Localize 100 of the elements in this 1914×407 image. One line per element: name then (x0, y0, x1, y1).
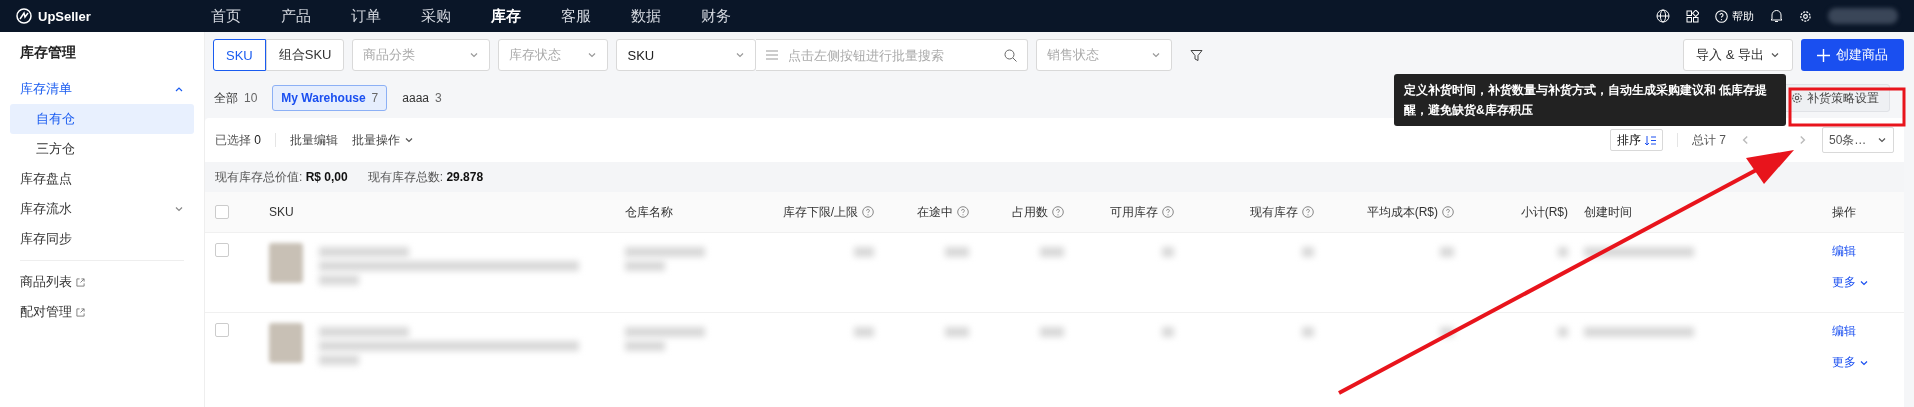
bulk-edit-link[interactable]: 批量编辑 (290, 131, 339, 149)
row-action-link[interactable]: 更多 (1832, 274, 1896, 291)
summary-stat: 现有库存总数: 29.878 (367, 168, 484, 186)
help-icon (862, 206, 874, 218)
blurred-text (319, 355, 359, 365)
blurred-text (319, 275, 359, 285)
sidebar-item[interactable]: 库存流水 (0, 194, 204, 224)
blurred-text (945, 247, 969, 257)
sidebar-item[interactable]: 库存盘点 (0, 164, 204, 194)
row-checkbox[interactable] (215, 243, 229, 257)
external-link-icon (76, 277, 85, 287)
sort-button[interactable]: 排序 (1610, 129, 1663, 151)
chevron-icon (404, 135, 415, 145)
nav-item[interactable]: 首页 (211, 6, 241, 26)
chevron-icon (174, 204, 184, 214)
column-header: 小计(R$) (1519, 203, 1569, 221)
nav-item[interactable]: 产品 (281, 6, 311, 26)
warehouse-tab[interactable]: aaaa 3 (393, 85, 451, 111)
nav-item[interactable]: 订单 (351, 6, 381, 26)
help-icon (1302, 206, 1314, 218)
column-header: 库存下限/上限 (732, 203, 882, 221)
sidebar-item[interactable]: 库存清单 (0, 74, 204, 104)
sidebar-subitem[interactable]: 三方仓 (10, 134, 194, 164)
chevron-icon (735, 50, 746, 60)
sku-type-toggle[interactable]: 组合SKU (265, 39, 345, 71)
help-icon (1052, 206, 1064, 218)
sku-type-toggle[interactable]: SKU (213, 39, 266, 71)
total-count: 总计 7 (1692, 131, 1726, 149)
apps-icon[interactable] (1686, 9, 1699, 23)
blurred-text (625, 341, 665, 351)
sidebar-title: 库存管理 (19, 44, 77, 62)
photo-placeholder (269, 323, 303, 363)
sidebar-item[interactable]: 商品列表 (0, 267, 204, 297)
chevron-icon (469, 50, 480, 60)
user-avatar[interactable] (1828, 8, 1898, 24)
column-header: 在途中 (882, 203, 977, 221)
column-header: SKU (268, 205, 295, 219)
sidebar-item[interactable]: 配对管理 (0, 297, 204, 327)
column-header: 可用库存 (1072, 203, 1182, 221)
import-export-button[interactable]: 导入 & 导出 (1683, 39, 1793, 71)
logo-icon (16, 8, 32, 24)
warehouse-tab[interactable]: My Warehouse 7 (272, 85, 388, 111)
sort-icon (1645, 134, 1656, 146)
plus-icon (1817, 48, 1830, 62)
list-icon (766, 50, 779, 60)
blurred-text (1558, 247, 1568, 257)
blurred-text (1440, 327, 1454, 337)
help-icon (1715, 9, 1728, 23)
blurred-text (625, 261, 665, 271)
blurred-text (1302, 327, 1314, 337)
tooltip: 定义补货时间，补货数量与补货方式，自动生成采购建议和 低库存提醒，避免缺货&库存积压 (1394, 74, 1786, 126)
filter-icon[interactable] (1190, 48, 1204, 62)
column-header: 平均成本(R$) (1322, 203, 1462, 221)
help-icon (1162, 206, 1174, 218)
row-action-link[interactable]: 编辑 (1832, 243, 1896, 260)
nav-item[interactable]: 库存 (491, 6, 521, 26)
settings-icon (1799, 9, 1812, 23)
nav-item[interactable]: 采购 (421, 6, 451, 26)
bulk-actions-dropdown[interactable]: 批量操作 (352, 131, 415, 149)
external-link-icon (76, 307, 85, 317)
help-icon (1442, 206, 1454, 218)
row-action-link[interactable]: 更多 (1832, 354, 1896, 371)
select-all-checkbox[interactable] (215, 205, 229, 219)
search-box[interactable]: 点击左侧按钮进行批量搜索 (756, 39, 1029, 71)
blurred-text (854, 247, 874, 257)
nav-item[interactable]: 数据 (631, 6, 661, 26)
bell-icon[interactable] (1770, 9, 1783, 23)
blurred-text (945, 327, 969, 337)
globe-icon[interactable] (1656, 9, 1670, 23)
column-header: 创建时间 (1583, 203, 1633, 221)
settings-icon (1791, 92, 1803, 104)
page-size-select[interactable]: 50条… (1822, 127, 1894, 153)
chevron-icon (1151, 50, 1162, 60)
blurred-text (854, 327, 874, 337)
row-action-link[interactable]: 编辑 (1832, 323, 1896, 340)
warehouse-tab[interactable]: 全部 10 (205, 85, 267, 111)
create-product-button[interactable]: 创建商品 (1801, 39, 1904, 71)
blurred-text (1162, 247, 1174, 257)
search-icon[interactable] (1004, 48, 1018, 62)
chevron-icon (1877, 135, 1887, 145)
sidebar-item[interactable]: 库存同步 (0, 224, 204, 254)
search-by-select[interactable]: SKU (616, 39, 757, 71)
selected-count: 已选择 0 (215, 131, 262, 149)
row-checkbox[interactable] (215, 323, 229, 337)
blurred-text (1558, 327, 1568, 337)
column-header: 仓库名称 (624, 203, 674, 221)
help-icon (957, 206, 969, 218)
blurred-text (1162, 327, 1174, 337)
blurred-text (1040, 327, 1064, 337)
column-header: 占用数 (977, 203, 1072, 221)
nav-item[interactable]: 财务 (701, 6, 731, 26)
help-link[interactable]: 帮助 (1715, 8, 1754, 24)
chevron-icon (587, 50, 598, 60)
sidebar-subitem[interactable]: 自有仓 (10, 104, 194, 134)
chevron-icon (1770, 50, 1780, 60)
nav-item[interactable]: 客服 (561, 6, 591, 26)
blurred-text (1302, 247, 1314, 257)
column-header: 现有库存 (1182, 203, 1322, 221)
photo-placeholder (269, 243, 303, 283)
blurred-text (1440, 247, 1454, 257)
